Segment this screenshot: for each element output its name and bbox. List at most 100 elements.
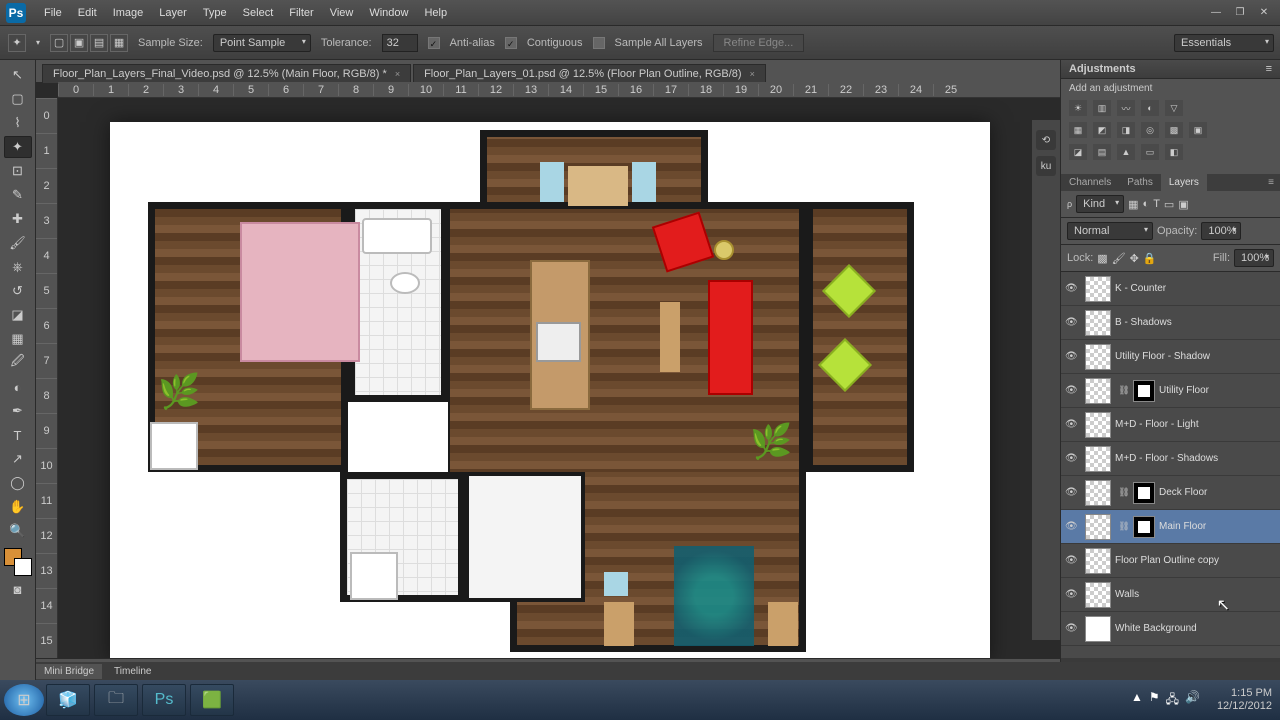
vibrance-icon[interactable]: ▽ — [1165, 100, 1183, 116]
layer-row[interactable]: White Background — [1061, 612, 1280, 646]
eraser-tool[interactable]: ◪ — [4, 304, 32, 326]
layer-thumb[interactable] — [1085, 582, 1111, 608]
panel-menu-icon[interactable]: ≡ — [1266, 63, 1272, 75]
layer-thumb[interactable] — [1085, 344, 1111, 370]
mask-thumb[interactable] — [1133, 380, 1155, 402]
workspace-select[interactable]: Essentials — [1174, 34, 1274, 52]
layer-thumb[interactable] — [1085, 276, 1111, 302]
add-selection-icon[interactable]: ▣ — [70, 34, 88, 52]
doc-tab-active[interactable]: Floor_Plan_Layers_Final_Video.psd @ 12.5… — [42, 64, 411, 83]
mask-thumb[interactable] — [1133, 516, 1155, 538]
menu-select[interactable]: Select — [235, 3, 282, 23]
invert-icon[interactable]: ◪ — [1069, 144, 1087, 160]
menu-file[interactable]: File — [36, 3, 70, 23]
layer-row[interactable]: K - Counter — [1061, 272, 1280, 306]
mask-thumb[interactable] — [1133, 482, 1155, 504]
tray-sound-icon[interactable]: 🔊 — [1185, 690, 1200, 711]
visibility-icon[interactable] — [1065, 384, 1079, 398]
refine-edge-button[interactable]: Refine Edge... — [713, 34, 805, 52]
layer-row[interactable]: B - Shadows — [1061, 306, 1280, 340]
layer-thumb[interactable] — [1085, 548, 1111, 574]
visibility-icon[interactable] — [1065, 622, 1079, 636]
channel-mixer-icon[interactable]: ▩ — [1165, 122, 1183, 138]
bw-icon[interactable]: ◨ — [1117, 122, 1135, 138]
menu-edit[interactable]: Edit — [70, 3, 105, 23]
lock-pixel-icon[interactable]: 🖌 — [1112, 252, 1126, 265]
brush-tool[interactable]: 🖌 — [4, 232, 32, 254]
mask-link-icon[interactable]: ⛓ — [1117, 486, 1131, 500]
timeline-tab[interactable]: Timeline — [106, 664, 159, 679]
move-tool[interactable]: ↖ — [4, 64, 32, 86]
tray-up-icon[interactable]: ▲ — [1131, 690, 1143, 711]
kuler-icon[interactable]: ku — [1036, 156, 1056, 176]
stamp-tool[interactable]: ⎈ — [4, 256, 32, 278]
taskbar-photoshop[interactable]: Ps — [142, 684, 186, 716]
lookup-icon[interactable]: ▣ — [1189, 122, 1207, 138]
wand-tool-icon[interactable]: ✦ — [8, 34, 26, 52]
mask-link-icon[interactable]: ⛓ — [1117, 520, 1131, 534]
layer-thumb[interactable] — [1085, 446, 1111, 472]
layer-row[interactable]: Utility Floor - Shadow — [1061, 340, 1280, 374]
pen-tool[interactable]: ✒ — [4, 400, 32, 422]
layer-thumb[interactable] — [1085, 480, 1111, 506]
hand-tool[interactable]: ✋ — [4, 496, 32, 518]
blend-mode-select[interactable]: Normal — [1067, 222, 1153, 240]
blur-tool[interactable]: 🖉 — [4, 352, 32, 374]
taskbar-folder[interactable]: 🗀 — [94, 684, 138, 716]
dodge-tool[interactable]: ◐ — [4, 376, 32, 398]
visibility-icon[interactable] — [1065, 588, 1079, 602]
layer-row[interactable]: Walls — [1061, 578, 1280, 612]
layer-list[interactable]: K - CounterB - ShadowsUtility Floor - Sh… — [1061, 272, 1280, 658]
tray-network-icon[interactable]: 🖧 — [1166, 690, 1179, 711]
history-icon[interactable]: ⟲ — [1036, 130, 1056, 150]
close-tab-icon[interactable]: × — [750, 69, 755, 79]
tolerance-input[interactable]: 32 — [382, 34, 418, 52]
lock-all-icon[interactable]: 🔒 — [1143, 252, 1157, 265]
taskbar-app[interactable]: 🟩 — [190, 684, 234, 716]
close-tab-icon[interactable]: × — [395, 69, 400, 79]
menu-window[interactable]: Window — [361, 3, 416, 23]
lock-position-icon[interactable]: ✥ — [1130, 252, 1139, 265]
filter-pixel-icon[interactable]: ▦ — [1128, 198, 1138, 211]
layer-row[interactable]: Floor Plan Outline copy — [1061, 544, 1280, 578]
menu-layer[interactable]: Layer — [151, 3, 195, 23]
visibility-icon[interactable] — [1065, 554, 1079, 568]
exposure-icon[interactable]: ◐ — [1141, 100, 1159, 116]
sample-size-select[interactable]: Point Sample — [213, 34, 311, 52]
crop-tool[interactable]: ⊡ — [4, 160, 32, 182]
history-brush-tool[interactable]: ↺ — [4, 280, 32, 302]
mini-bridge-tab[interactable]: Mini Bridge — [36, 664, 102, 679]
visibility-icon[interactable] — [1065, 452, 1079, 466]
heal-tool[interactable]: ✚ — [4, 208, 32, 230]
photo-filter-icon[interactable]: ◎ — [1141, 122, 1159, 138]
filter-adj-icon[interactable]: ◐ — [1143, 198, 1150, 210]
canvas[interactable]: 🌿 🌿 — [110, 122, 990, 658]
intersect-selection-icon[interactable]: ▦ — [110, 34, 128, 52]
curves-icon[interactable]: 〰 — [1117, 100, 1135, 116]
marquee-tool[interactable]: ▢ — [4, 88, 32, 110]
filter-shape-icon[interactable]: ▭ — [1164, 198, 1174, 211]
visibility-icon[interactable] — [1065, 486, 1079, 500]
selective-color-icon[interactable]: ◧ — [1165, 144, 1183, 160]
filter-smart-icon[interactable]: ▣ — [1178, 198, 1188, 211]
menu-type[interactable]: Type — [195, 3, 235, 23]
levels-icon[interactable]: ▥ — [1093, 100, 1111, 116]
restore-icon[interactable]: ❐ — [1232, 4, 1248, 20]
start-button[interactable]: ⊞ — [4, 684, 44, 716]
channels-tab[interactable]: Channels — [1061, 174, 1119, 191]
layer-row[interactable]: ⛓Deck Floor — [1061, 476, 1280, 510]
gradient-map-icon[interactable]: ▭ — [1141, 144, 1159, 160]
fill-input[interactable]: 100% — [1234, 249, 1274, 267]
new-selection-icon[interactable]: ▢ — [50, 34, 68, 52]
gradient-tool[interactable]: ▦ — [4, 328, 32, 350]
visibility-icon[interactable] — [1065, 350, 1079, 364]
close-icon[interactable]: ✕ — [1256, 4, 1272, 20]
path-select-tool[interactable]: ↗ — [4, 448, 32, 470]
mask-link-icon[interactable]: ⛓ — [1117, 384, 1131, 398]
filter-type-icon[interactable]: T — [1153, 198, 1160, 210]
opacity-input[interactable]: 100% — [1201, 222, 1241, 240]
brightness-icon[interactable]: ☀ — [1069, 100, 1087, 116]
colbal-icon[interactable]: ◩ — [1093, 122, 1111, 138]
paths-tab[interactable]: Paths — [1119, 174, 1161, 191]
threshold-icon[interactable]: ▲ — [1117, 144, 1135, 160]
